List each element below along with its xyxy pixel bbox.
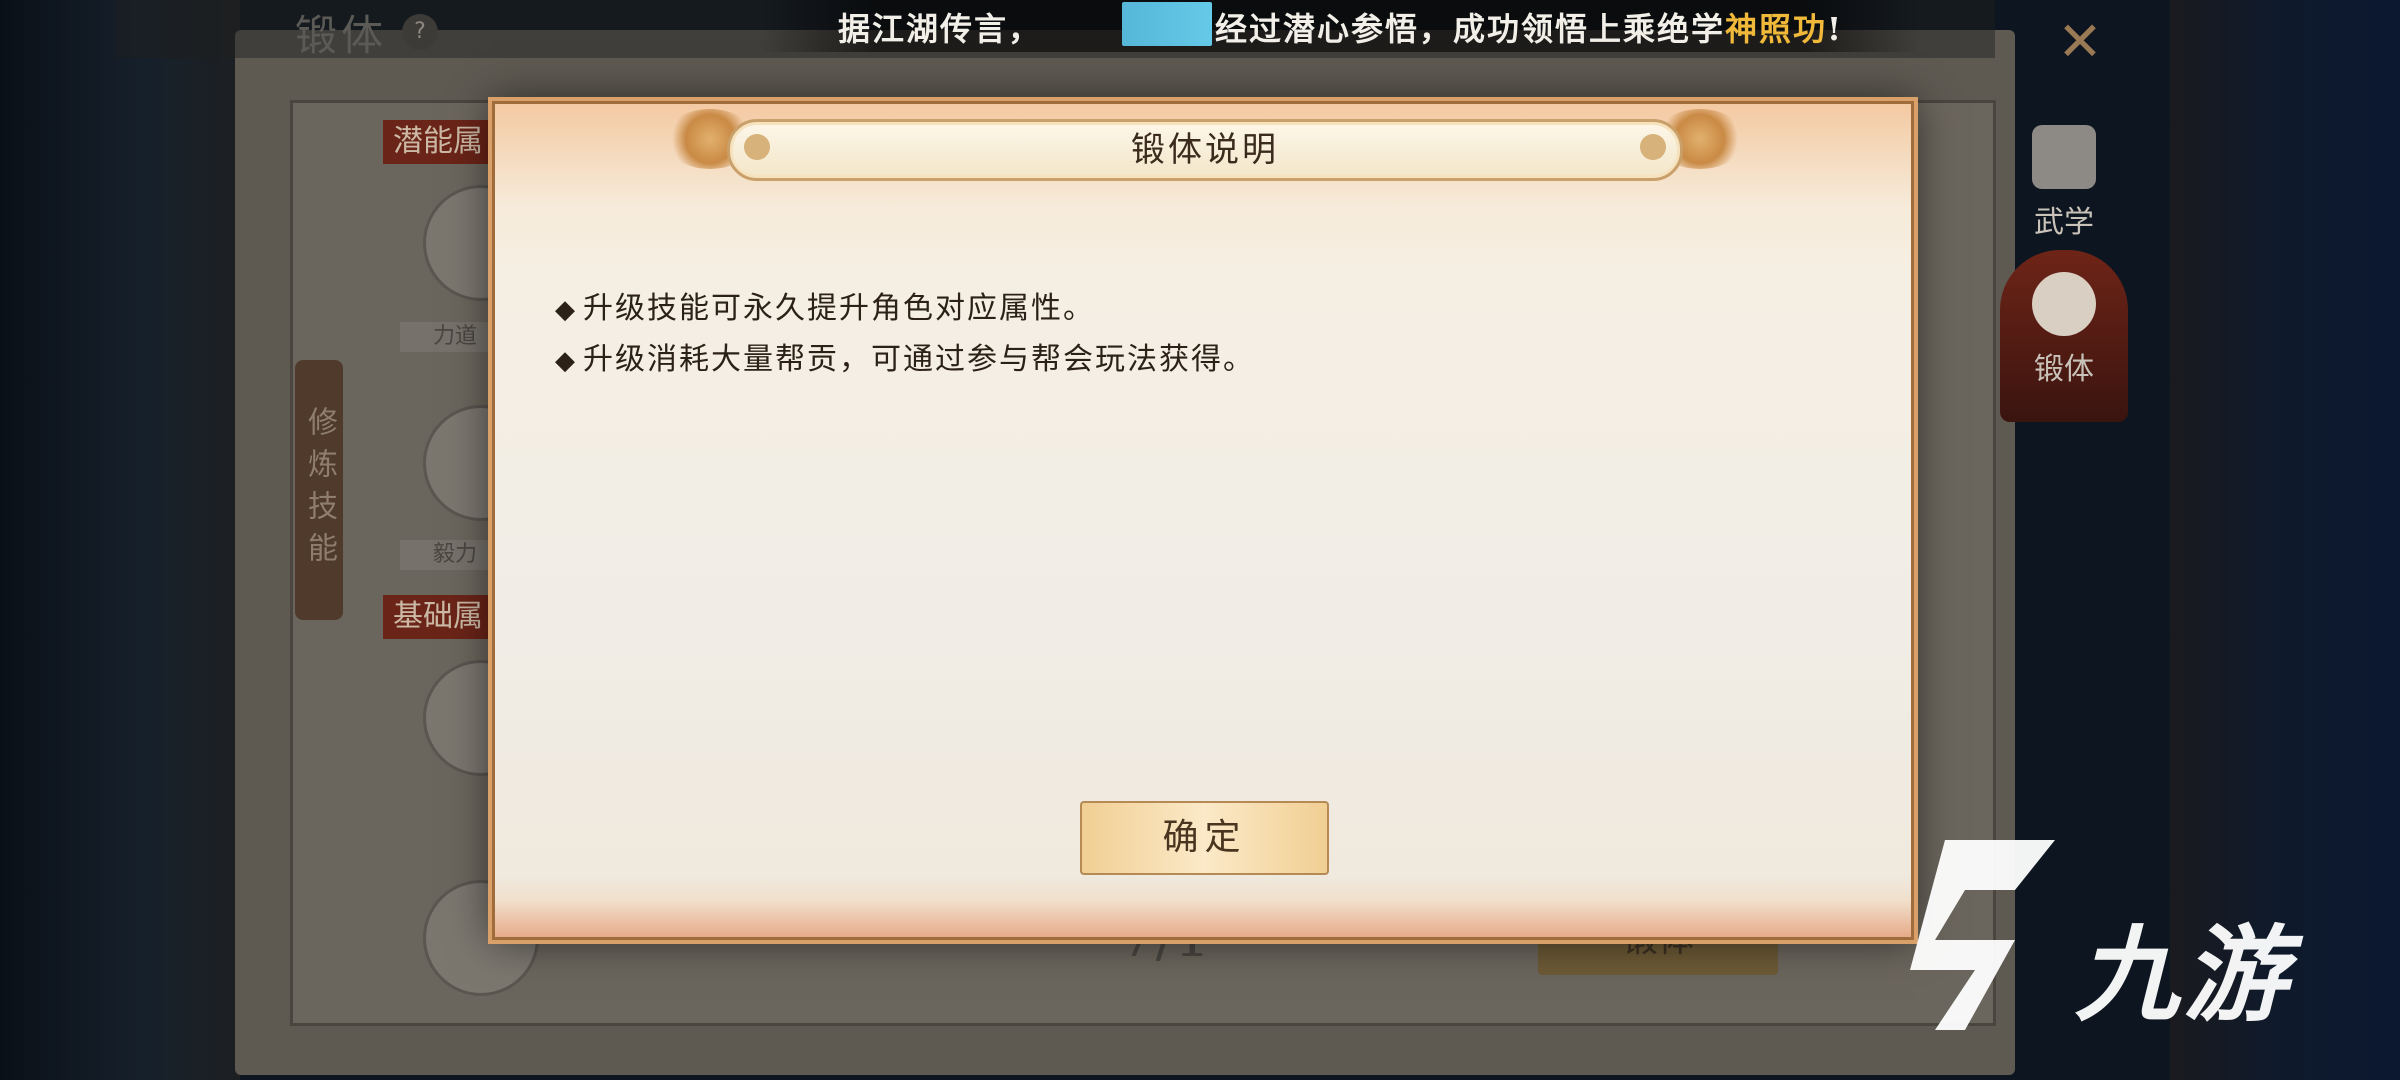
modal-description: ◆ 升级技能可永久提升角色对应属性。 ◆ 升级消耗大量帮贡，可通过参与帮会玩法获得。 — [555, 284, 1255, 386]
watermark-logo-icon — [1910, 840, 2055, 1030]
description-text: 升级技能可永久提升角色对应属性。 — [583, 291, 1095, 326]
announcement-suffix: ! — [1827, 10, 1844, 48]
close-icon[interactable]: ✕ — [2050, 12, 2110, 72]
section-potential: 潜能属 — [383, 120, 503, 164]
announcement-prefix: 据江湖传言， — [838, 10, 1043, 48]
body-icon — [2032, 272, 2096, 336]
side-tab-body[interactable]: 锻体 — [2000, 250, 2128, 422]
announcement-player-name — [1122, 2, 1212, 46]
side-tab-label: 锻体 — [2034, 352, 2094, 387]
watermark: 九游 — [1905, 830, 2375, 1050]
description-line: ◆ 升级技能可永久提升角色对应属性。 — [555, 284, 1255, 335]
info-modal: 锻体说明 ◆ 升级技能可永久提升角色对应属性。 ◆ 升级消耗大量帮贡，可通过参与帮会… — [492, 101, 1914, 940]
side-tab-label: 武学 — [2034, 205, 2094, 240]
modal-title-plate: 锻体说明 — [727, 119, 1683, 181]
vertical-tab-skills[interactable]: 修炼技能 — [295, 360, 343, 620]
description-line: ◆ 升级消耗大量帮贡，可通过参与帮会玩法获得。 — [555, 335, 1255, 386]
background-scene-left — [0, 0, 240, 1080]
book-icon — [2032, 125, 2096, 189]
confirm-button[interactable]: 确定 — [1080, 801, 1329, 875]
diamond-bullet-icon: ◆ — [555, 346, 577, 376]
announcement-middle: 经过潜心参悟，成功领悟上乘绝学 — [1215, 10, 1726, 48]
description-text: 升级消耗大量帮贡，可通过参与帮会玩法获得。 — [583, 342, 1255, 377]
side-tab-martial[interactable]: 武学 — [2000, 125, 2128, 241]
diamond-bullet-icon: ◆ — [555, 295, 577, 325]
watermark-text: 九游 — [2075, 914, 2292, 1036]
section-basic: 基础属 — [383, 595, 503, 639]
help-icon[interactable]: ? — [402, 14, 438, 50]
modal-bottom-decoration — [495, 877, 1911, 937]
announcement-text: 经过潜心参悟，成功领悟上乘绝学神照功! — [1215, 4, 1843, 50]
modal-title: 锻体说明 — [1131, 130, 1279, 170]
announcement-skill-name: 神照功 — [1725, 10, 1828, 48]
screen-title: 锻体 — [295, 11, 388, 60]
